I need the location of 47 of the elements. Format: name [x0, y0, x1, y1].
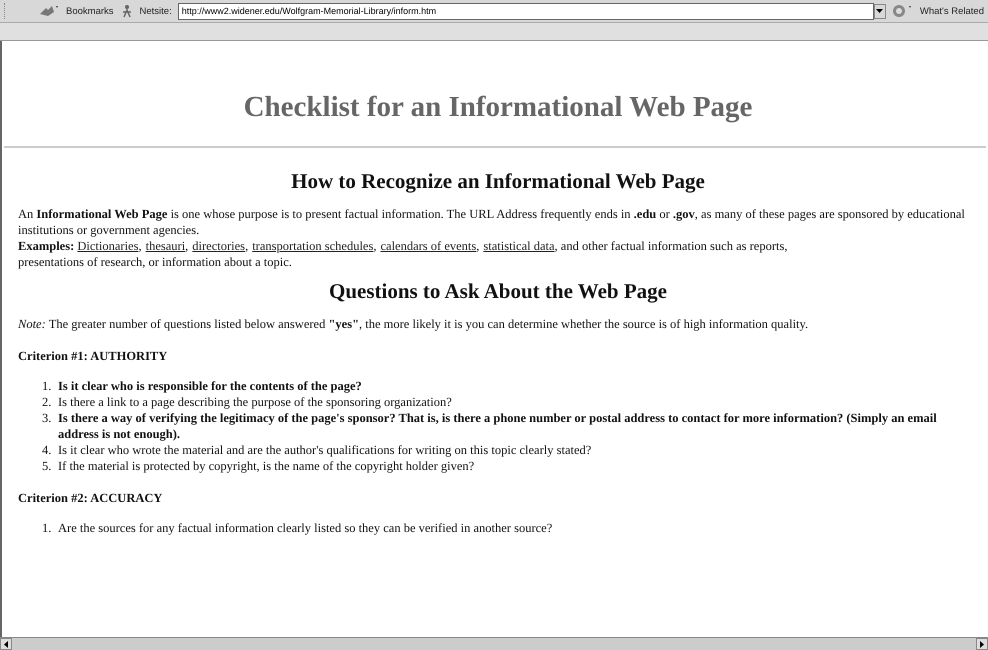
example-link[interactable]: transportation schedules	[252, 239, 374, 253]
example-link[interactable]: thesauri	[146, 239, 186, 253]
question-text: Is it clear who wrote the material and are the author's qualifications for writing on this topic clearly stated?	[58, 442, 592, 458]
section-heading: Questions to Ask About the Web Page	[328, 278, 668, 304]
note-text: The greater number of questions listed below answered "yes", the more likely it is you can determine whether the source is of high information quality.	[48, 317, 808, 331]
comma: ,	[245, 239, 248, 253]
question-text: If the material is protected by copyright, is the name of the copyright holder given?	[58, 458, 474, 474]
comma: ,	[373, 239, 376, 253]
examples-text: , and other factual information such as reports,	[554, 239, 788, 253]
caret-icon	[876, 9, 884, 13]
horizontal-scrollbar[interactable]	[0, 637, 988, 650]
question-text: Are the sources for any factual information clearly listed so they can be verified in another source?	[58, 520, 552, 536]
comma: ,	[476, 239, 480, 253]
dropdown-button[interactable]	[874, 4, 886, 18]
examples-label: Examples:	[18, 239, 74, 253]
question-text: Is there a link to a page describing the purpose of the sponsoring organization?	[58, 394, 452, 410]
list-number: 3.	[42, 410, 52, 427]
whats-related-button[interactable]: What's Related	[920, 6, 984, 16]
section-heading: How to Recognize an Informational Web Page	[290, 168, 706, 194]
page-title: Checklist for an Informational Web Page	[242, 90, 754, 124]
example-link[interactable]: directories	[192, 239, 246, 253]
example-link[interactable]: Dictionaries	[77, 239, 138, 253]
example-link[interactable]: calendars of events	[380, 239, 476, 253]
list-number: 4.	[42, 442, 52, 458]
note-label: Note:	[18, 317, 46, 331]
scroll-left-button[interactable]	[0, 638, 12, 650]
criterion-heading: Criterion #2: ACCURACY	[18, 490, 164, 506]
list-number: 5.	[42, 458, 52, 474]
globe-icon[interactable]	[892, 4, 914, 18]
left-arrow-icon	[4, 640, 8, 648]
question-text: Is it clear who is responsible for the contents of the page?	[58, 378, 362, 394]
list-number: 1.	[42, 378, 52, 394]
comma: ,	[138, 239, 142, 253]
scroll-right-button[interactable]	[976, 638, 988, 650]
netsite-label: Netsite:	[140, 6, 172, 16]
example-link[interactable]: statistical data	[483, 239, 555, 253]
list-number: 2.	[42, 394, 52, 410]
criterion-heading: Criterion #1: AUTHORITY	[18, 348, 168, 364]
list-number: 1.	[42, 520, 52, 536]
bookmarks-button[interactable]: Bookmarks	[66, 6, 114, 16]
question-text: Is there a way of verifying the legitimacy of the page's sponsor? That is, is there a phone number or postal address to contact for more information? (Simply an email address is not enough).	[58, 410, 938, 442]
right-arrow-icon	[980, 640, 984, 648]
comma: ,	[185, 239, 188, 253]
examples-text: presentations of research, or information about a topic.	[18, 255, 292, 269]
intro-paragraph: An Informational Web Page is one whose purpose is to present factual information. The URL Address frequently ends in .edu or .gov, as many of these pages are sponsored by educational institutions or government agencies.	[18, 206, 966, 238]
url-field[interactable]: http://www2.widener.edu/Wolfgram-Memorial-Library/inform.htm	[178, 2, 874, 20]
bookmark-icon[interactable]	[38, 4, 60, 18]
